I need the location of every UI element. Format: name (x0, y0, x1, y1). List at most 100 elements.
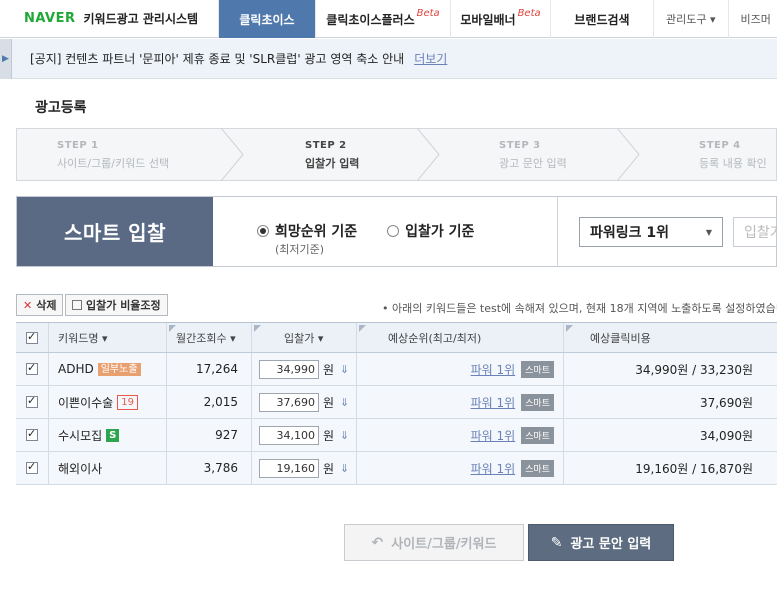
admin-tools-menu[interactable]: 관리도구 ▾ (653, 0, 728, 38)
cost-cell: 34,090원 (699, 428, 753, 443)
tab-clickchoice[interactable]: 클릭초이스 (218, 0, 315, 38)
notice-more-link[interactable]: 더보기 (414, 50, 447, 67)
table-row: ADHD 일부노출 17,264 34,990 원 ⇓ 파워 1위 스마트 34… (16, 353, 777, 386)
radio-rank-based[interactable]: 희망순위 기준 (257, 221, 357, 241)
sort-corner-icon (566, 325, 573, 332)
beta-label: Beta (517, 7, 541, 19)
cost-cell: 34,990원 / 33,230원 (635, 362, 753, 377)
step-number: STEP 2 (305, 140, 347, 151)
s-badge: S (106, 428, 120, 442)
brand[interactable]: NAVER 키워드광고 관리시스템 (0, 0, 218, 37)
keyword-cell: ADHD 일부노출 (58, 353, 141, 385)
bizmoney-label: 비즈머 (740, 13, 771, 26)
tab-mobile-banner[interactable]: 모바일배너 Beta (450, 0, 550, 38)
step-label: 광고 문안 입력 (499, 157, 567, 170)
rank-link[interactable]: 파워 1위 (471, 460, 516, 477)
keyword-table: 키워드명 ▾ 월간조회수 ▾ 입찰가 ▾ 예상순위(최고/최저) 예상클릭비용 … (16, 322, 777, 485)
monthly-cell: 17,264 (196, 362, 238, 376)
bid-input[interactable]: 34,990 (259, 359, 319, 379)
prev-step-label: 사이트/그룹/키워드 (391, 537, 497, 552)
undo-icon: ↶ (371, 534, 384, 551)
step-label: 입찰가 입력 (305, 157, 360, 170)
smart-tag[interactable]: 스마트 (521, 459, 554, 477)
radio-selected-icon (257, 225, 269, 237)
rank-link[interactable]: 파워 1위 (471, 394, 516, 411)
currency-label: 원 (323, 395, 335, 410)
step-indicator: STEP 1 사이트/그룹/키워드 선택 STEP 2 입찰가 입력 STEP … (16, 128, 777, 181)
next-step-label: 광고 문안 입력 (570, 537, 652, 552)
bid-ratio-button[interactable]: 입찰가 비율조정 (65, 294, 168, 316)
bizmoney-menu[interactable]: 비즈머 (727, 0, 771, 38)
keyword-cell: 수시모집 S (58, 419, 120, 451)
checkbox-checked-icon (26, 394, 38, 408)
rank-cell: 파워 1위 스마트 (356, 386, 554, 418)
col-cost: 예상클릭비용 (590, 331, 651, 345)
col-rank: 예상순위(최고/최저) (388, 331, 482, 345)
keyword-name: 이쁜이수술 (58, 395, 114, 410)
keyword-cell: 이쁜이수술 19 (58, 386, 138, 418)
smart-tag[interactable]: 스마트 (521, 426, 554, 444)
sort-corner-icon (254, 325, 261, 332)
bid-cell: 37,690 원 ⇓ (259, 386, 349, 418)
table-row: 이쁜이수술 19 2,015 37,690 원 ⇓ 파워 1위 스마트 37,6… (16, 386, 777, 419)
top-navigation: NAVER 키워드광고 관리시스템 클릭초이스 클릭초이스플러스 Beta 모바일… (0, 0, 777, 38)
download-icon[interactable]: ⇓ (340, 462, 349, 475)
rank-select[interactable]: 파워링크 1위 ▼ (579, 217, 723, 247)
bid-input[interactable]: 37,690 (259, 392, 319, 412)
col-bid[interactable]: 입찰가 ▾ (284, 323, 323, 352)
page-title: 광고등록 (35, 100, 87, 116)
col-monthly[interactable]: 월간조회수 ▾ (176, 323, 236, 352)
partial-exposure-badge: 일부노출 (97, 362, 141, 376)
step-chevron-icon (617, 128, 640, 181)
cost-cell: 37,690원 (699, 395, 753, 410)
radio-label: 희망순위 기준 (275, 224, 358, 240)
step-3: STEP 3 광고 문안 입력 (499, 129, 567, 180)
delete-button[interactable]: ✕ 삭제 (16, 294, 64, 316)
radio-subtext: (최저기준) (275, 243, 325, 256)
download-icon[interactable]: ⇓ (340, 396, 349, 409)
info-text: • 아래의 키워드들은 test에 속해져 있으며, 현재 18개 지역에 노출… (382, 302, 777, 315)
sort-corner-icon (359, 325, 366, 332)
bid-amount-input[interactable]: 입찰가 (733, 217, 777, 247)
radio-label: 입찰가 기준 (405, 224, 475, 240)
step-label: 사이트/그룹/키워드 선택 (57, 157, 170, 170)
admin-tools-label: 관리도구 ▾ (666, 13, 716, 26)
rank-link[interactable]: 파워 1위 (471, 427, 516, 444)
expand-sidebar-icon[interactable]: ▶ (0, 38, 12, 79)
smart-tag[interactable]: 스마트 (521, 393, 554, 411)
rank-link[interactable]: 파워 1위 (471, 361, 516, 378)
radio-bid-based[interactable]: 입찰가 기준 (387, 221, 474, 241)
chevron-down-icon: ▼ (705, 227, 712, 237)
smart-bid-title: 스마트 입찰 (17, 197, 213, 266)
next-step-button[interactable]: ✎ 광고 문안 입력 (528, 524, 674, 561)
delete-label: 삭제 (36, 299, 57, 312)
tab-clickchoice-plus[interactable]: 클릭초이스플러스 Beta (315, 0, 450, 38)
bid-input[interactable]: 34,100 (259, 425, 319, 445)
monthly-cell: 2,015 (203, 395, 238, 409)
cost-cell: 19,160원 / 16,870원 (635, 461, 753, 476)
tab-brand-search[interactable]: 브랜드검색 (550, 0, 653, 38)
download-icon[interactable]: ⇓ (340, 363, 349, 376)
step-4: STEP 4 등록 내용 확인 (699, 129, 767, 180)
calculator-icon (72, 300, 82, 310)
bid-cell: 34,100 원 ⇓ (259, 419, 349, 451)
download-icon[interactable]: ⇓ (340, 429, 349, 442)
bid-input[interactable]: 19,160 (259, 458, 319, 478)
step-number: STEP 1 (57, 140, 99, 151)
sort-corner-icon (169, 325, 176, 332)
checkbox-checked-icon (26, 460, 38, 474)
row-checkbox[interactable] (26, 452, 38, 484)
prev-step-button[interactable]: ↶ 사이트/그룹/키워드 (344, 524, 524, 561)
col-keyword[interactable]: 키워드명 ▾ (58, 323, 108, 352)
step-label: 등록 내용 확인 (699, 157, 767, 170)
row-checkbox[interactable] (26, 419, 38, 451)
row-checkbox[interactable] (26, 386, 38, 418)
select-all-checkbox[interactable] (26, 323, 38, 352)
row-checkbox[interactable] (26, 353, 38, 385)
keyword-cell: 해외이사 (58, 452, 102, 484)
currency-label: 원 (323, 428, 335, 443)
step-chevron-icon (221, 128, 244, 181)
smart-tag[interactable]: 스마트 (521, 360, 554, 378)
currency-label: 원 (323, 461, 335, 476)
bid-cell: 19,160 원 ⇓ (259, 452, 349, 484)
